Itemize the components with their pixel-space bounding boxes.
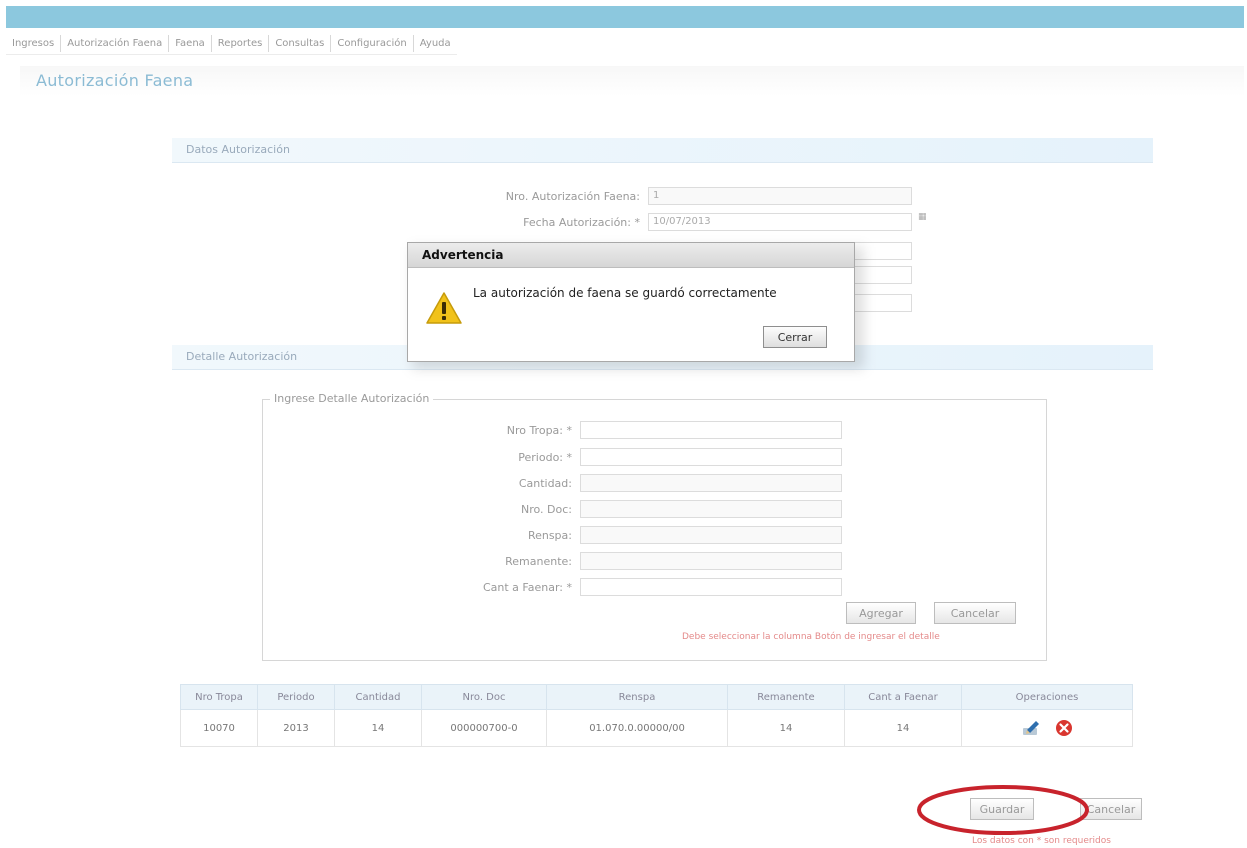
- cell-remanente: 14: [727, 709, 845, 747]
- warning-dialog: Advertencia La autorización de faena se …: [407, 242, 855, 362]
- required-note: Los datos con * son requeridos: [972, 836, 1111, 846]
- guardar-button[interactable]: Guardar: [970, 798, 1034, 820]
- section-header-datos: Datos Autorización: [172, 138, 1153, 163]
- fecha-autorizacion-field[interactable]: 10/07/2013: [648, 213, 912, 231]
- renspa-field[interactable]: [580, 526, 842, 544]
- cancelar-button[interactable]: Cancelar: [1080, 798, 1142, 820]
- close-dialog-button[interactable]: Cerrar: [763, 326, 827, 348]
- detalle-table: Nro Tropa Periodo Cantidad Nro. Doc Rens…: [180, 684, 1133, 747]
- section-title-datos: Datos Autorización: [186, 143, 290, 156]
- cell-cant-faenar: 14: [844, 709, 962, 747]
- menu-item-autorizacion-faena[interactable]: Autorización Faena: [61, 34, 170, 52]
- remanente-field[interactable]: [580, 552, 842, 570]
- detalle-fieldset-legend: Ingrese Detalle Autorización: [270, 392, 434, 405]
- col-cantidad[interactable]: Cantidad: [334, 684, 422, 710]
- delete-icon[interactable]: [1055, 719, 1073, 737]
- nro-doc-field[interactable]: [580, 500, 842, 518]
- cant-faenar-field[interactable]: [580, 578, 842, 596]
- nro-tropa-label: Nro Tropa: *: [506, 424, 572, 437]
- warning-icon: [425, 291, 463, 329]
- col-periodo[interactable]: Periodo: [257, 684, 335, 710]
- dialog-title: Advertencia: [422, 248, 504, 262]
- cell-operaciones: [961, 709, 1133, 747]
- nro-autorizacion-label: Nro. Autorización Faena:: [505, 190, 640, 203]
- cantidad-label: Cantidad:: [518, 477, 572, 490]
- nro-tropa-field[interactable]: [580, 421, 842, 439]
- periodo-field[interactable]: [580, 448, 842, 466]
- menu-item-reportes[interactable]: Reportes: [212, 34, 270, 52]
- detalle-hint: Debe seleccionar la columna Botón de ing…: [682, 632, 940, 642]
- col-remanente[interactable]: Remanente: [727, 684, 845, 710]
- col-nro-tropa[interactable]: Nro Tropa: [180, 684, 258, 710]
- cancelar-detalle-button[interactable]: Cancelar: [934, 602, 1016, 624]
- agregar-button[interactable]: Agregar: [846, 602, 916, 624]
- col-cant-faenar[interactable]: Cant a Faenar: [844, 684, 962, 710]
- nro-doc-label: Nro. Doc:: [521, 503, 572, 516]
- nro-autorizacion-field[interactable]: 1: [648, 187, 912, 205]
- col-operaciones: Operaciones: [961, 684, 1133, 710]
- col-renspa[interactable]: Renspa: [546, 684, 728, 710]
- top-banner: [6, 6, 1244, 28]
- page-title: Autorización Faena: [36, 71, 194, 90]
- cell-nro-doc: 000000700-0: [421, 709, 547, 747]
- menu-item-ayuda[interactable]: Ayuda: [414, 35, 457, 52]
- dialog-message: La autorización de faena se guardó corre…: [473, 286, 777, 300]
- cell-periodo: 2013: [257, 709, 335, 747]
- edit-icon[interactable]: [1021, 719, 1041, 737]
- cell-nro-tropa: 10070: [180, 709, 258, 747]
- menu-item-configuracion[interactable]: Configuración: [331, 34, 414, 52]
- table-header-row: Nro Tropa Periodo Cantidad Nro. Doc Rens…: [180, 684, 1133, 710]
- cantidad-field[interactable]: [580, 474, 842, 492]
- menu-item-faena[interactable]: Faena: [169, 34, 212, 52]
- cell-cantidad: 14: [334, 709, 422, 747]
- fecha-autorizacion-label: Fecha Autorización: *: [523, 216, 640, 229]
- periodo-label: Periodo: *: [518, 451, 572, 464]
- cant-faenar-label: Cant a Faenar: *: [482, 581, 572, 594]
- col-nro-doc[interactable]: Nro. Doc: [421, 684, 547, 710]
- table-row: 10070 2013 14 000000700-0 01.070.0.00000…: [180, 709, 1133, 747]
- menu-item-consultas[interactable]: Consultas: [269, 34, 332, 52]
- cell-renspa: 01.070.0.00000/00: [546, 709, 728, 747]
- calendar-icon[interactable]: ▦: [918, 212, 927, 222]
- menu-item-ingresos[interactable]: Ingresos: [6, 34, 62, 52]
- remanente-label: Remanente:: [505, 555, 572, 568]
- page-title-bar: [20, 66, 1244, 96]
- section-title-detalle: Detalle Autorización: [186, 350, 298, 363]
- main-menu: Ingresos Autorización Faena Faena Report…: [6, 32, 457, 55]
- renspa-label: Renspa:: [527, 529, 572, 542]
